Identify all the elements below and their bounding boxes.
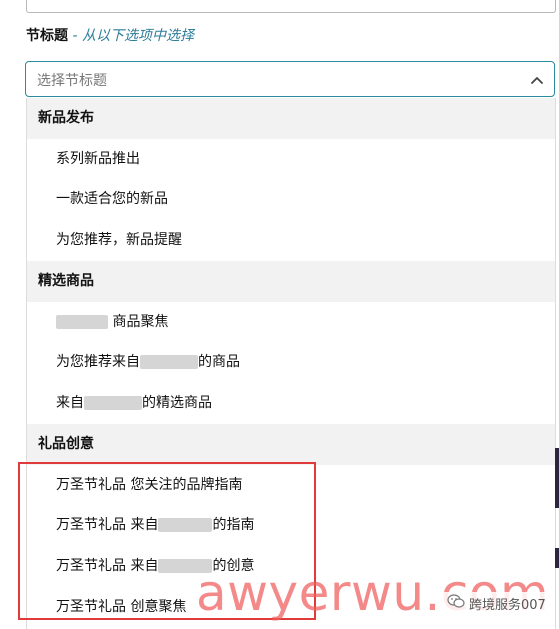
- background-edge: [555, 548, 559, 568]
- option-text: 商品聚焦: [108, 314, 169, 330]
- redacted-brand: [158, 559, 213, 573]
- section-title-label: 节标题 - 从以下选项中选择: [26, 26, 194, 46]
- option-item[interactable]: 万圣节礼品 来自 的创意: [27, 546, 555, 586]
- option-item[interactable]: 万圣节礼品 您关注的品牌指南: [27, 465, 555, 505]
- group-header-featured-products: 精选商品: [27, 261, 555, 302]
- background-edge: [555, 448, 559, 508]
- previous-input-field[interactable]: [26, 0, 556, 13]
- redacted-brand: [56, 315, 108, 329]
- section-title-select[interactable]: 选择节标题: [25, 61, 555, 97]
- option-text-prefix: 来自: [56, 395, 84, 411]
- redacted-brand: [140, 355, 198, 369]
- option-text-prefix: 万圣节礼品 来自: [56, 517, 159, 533]
- option-item[interactable]: 一款适合您的新品: [27, 179, 555, 219]
- select-placeholder: 选择节标题: [37, 73, 107, 89]
- option-text-prefix: 万圣节礼品 来自: [56, 558, 159, 574]
- option-text-suffix: 的商品: [198, 354, 240, 370]
- label-separator: -: [68, 28, 82, 44]
- option-text-suffix: 的指南: [212, 517, 255, 533]
- section-title: 节标题: [26, 28, 68, 44]
- section-hint: 从以下选项中选择: [81, 28, 194, 44]
- option-text-prefix: 为您推荐来自: [56, 354, 140, 370]
- group-header-new-products: 新品发布: [27, 98, 555, 139]
- redacted-brand: [158, 518, 213, 532]
- wechat-icon: [447, 593, 465, 613]
- option-text-suffix: 的精选商品: [142, 395, 212, 411]
- option-item[interactable]: 商品聚焦: [27, 302, 555, 342]
- redacted-brand: [84, 396, 142, 410]
- option-text-suffix: 的创意: [212, 558, 255, 574]
- option-item[interactable]: 系列新品推出: [27, 139, 555, 179]
- option-item[interactable]: 为您推荐，新品提醒: [27, 220, 555, 260]
- group-header-gift-ideas: 礼品创意: [27, 424, 555, 465]
- option-item[interactable]: 为您推荐来自 的商品: [27, 342, 555, 382]
- section-title-dropdown: 新品发布 系列新品推出 一款适合您的新品 为您推荐，新品提醒 精选商品 商品聚焦…: [26, 98, 556, 629]
- option-item[interactable]: 万圣节礼品 来自 的指南: [27, 505, 555, 545]
- wechat-account-name: 跨境服务007: [469, 597, 546, 613]
- wechat-badge: 跨境服务007: [443, 592, 550, 614]
- option-item[interactable]: 来自 的精选商品: [27, 383, 555, 423]
- chevron-up-icon[interactable]: [530, 72, 544, 86]
